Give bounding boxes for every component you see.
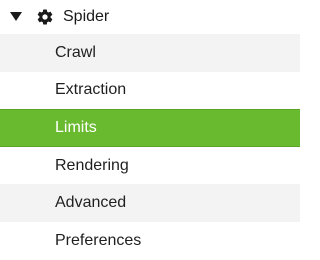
tree-item-label: Limits	[55, 118, 97, 136]
tree-item-label: Rendering	[55, 156, 129, 174]
tree-item-advanced[interactable]: Advanced	[0, 184, 300, 222]
tree-item-label: Advanced	[55, 194, 127, 212]
gear-icon	[37, 9, 53, 25]
tree-node-label: Spider	[63, 8, 110, 25]
tree-item-preferences[interactable]: Preferences	[0, 221, 300, 260]
caret-down-icon[interactable]	[10, 12, 22, 21]
tree-node-spider[interactable]: Spider	[0, 0, 300, 34]
tree-item-label: Preferences	[55, 231, 142, 249]
tree-item-crawl[interactable]: Crawl	[0, 34, 300, 72]
tree-item-rendering[interactable]: Rendering	[0, 146, 300, 185]
tree-item-label: Crawl	[55, 43, 96, 61]
settings-tree: Spider Crawl Extraction Limits Rendering…	[0, 0, 300, 260]
tree-item-label: Extraction	[55, 81, 127, 99]
tree-children: Crawl Extraction Limits Rendering Advanc…	[0, 34, 300, 260]
tree-item-limits[interactable]: Limits	[0, 109, 300, 147]
tree-item-extraction[interactable]: Extraction	[0, 71, 300, 110]
